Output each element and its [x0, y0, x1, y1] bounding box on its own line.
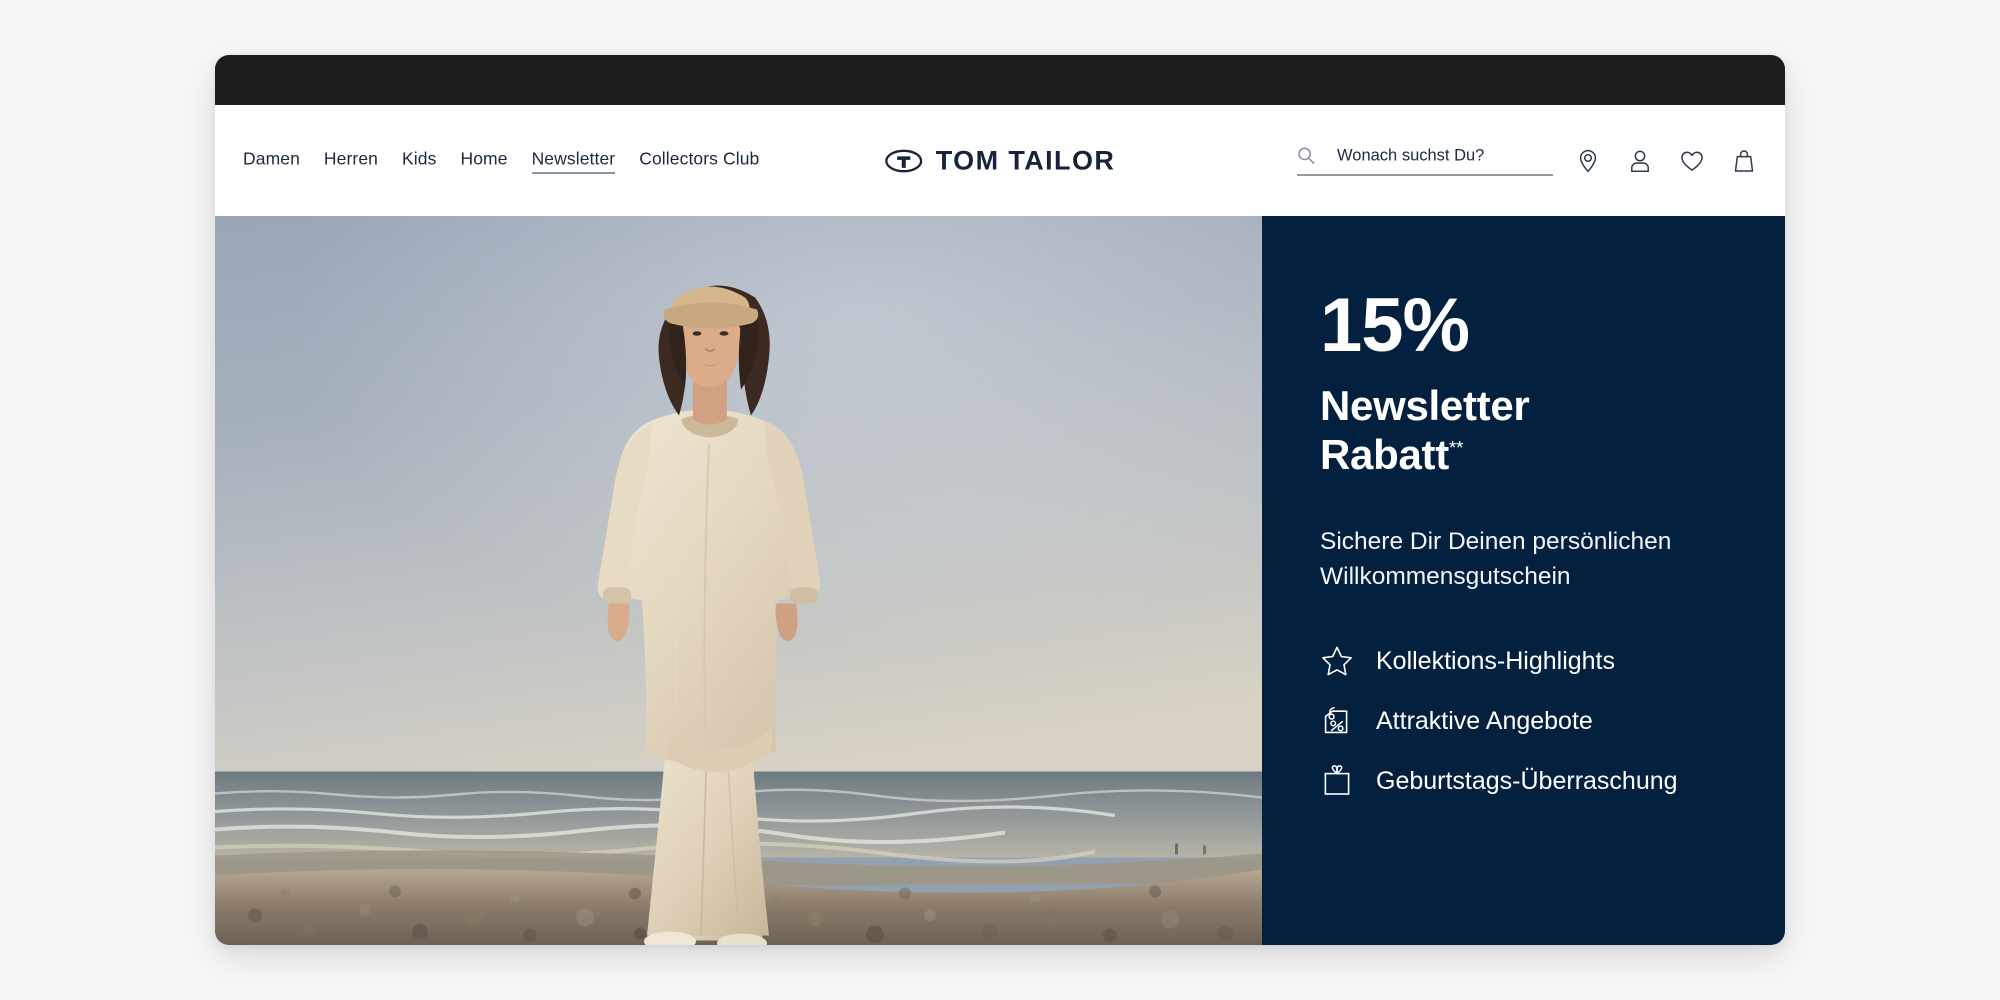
- nav-item-home[interactable]: Home: [460, 149, 507, 173]
- promo-subtext: Sichere Dir Deinen persönlichen Willkomm…: [1320, 525, 1720, 594]
- promo-percent: 15%: [1320, 288, 1785, 364]
- star-icon: [1320, 644, 1354, 678]
- user-account-icon[interactable]: [1627, 148, 1653, 174]
- gift-box-icon: [1320, 764, 1354, 798]
- promo-headline: Newsletter Rabatt**: [1320, 382, 1785, 479]
- benefit-label: Geburtstags-Überraschung: [1376, 767, 1678, 796]
- promo-subtext-line2: Willkommensgutschein: [1320, 563, 1571, 590]
- promo-headline-line2: Rabatt: [1320, 431, 1449, 478]
- benefit-item: Geburtstags-Überraschung: [1320, 764, 1785, 798]
- top-black-bar: [215, 55, 1785, 105]
- main-navigation: Damen Herren Kids Home Newsletter Collec…: [243, 148, 759, 173]
- price-tag-percent-icon: [1320, 704, 1354, 738]
- nav-item-collectors-club[interactable]: Collectors Club: [639, 149, 759, 173]
- site-header: Damen Herren Kids Home Newsletter Collec…: [215, 105, 1785, 216]
- nav-item-kids[interactable]: Kids: [402, 149, 436, 173]
- page-root: Damen Herren Kids Home Newsletter Collec…: [0, 0, 2000, 1000]
- benefit-label: Kollektions-Highlights: [1376, 647, 1615, 676]
- promo-panel: 15% Newsletter Rabatt** Sichere Dir Dein…: [1262, 216, 1785, 945]
- nav-item-newsletter[interactable]: Newsletter: [532, 148, 616, 173]
- nav-item-damen[interactable]: Damen: [243, 149, 300, 173]
- benefit-item: Attraktive Angebote: [1320, 704, 1785, 738]
- location-pin-icon[interactable]: [1575, 148, 1601, 174]
- browser-window: Damen Herren Kids Home Newsletter Collec…: [215, 55, 1785, 945]
- oval-t-icon: [885, 149, 923, 172]
- benefit-list: Kollektions-Highlights: [1320, 644, 1785, 798]
- hero-section: 15% Newsletter Rabatt** Sichere Dir Dein…: [215, 216, 1785, 945]
- benefit-item: Kollektions-Highlights: [1320, 644, 1785, 678]
- promo-footnote-marker: **: [1449, 438, 1463, 459]
- logo-wordmark: TOM TAILOR: [936, 145, 1115, 176]
- promo-subtext-line1: Sichere Dir Deinen persönlichen: [1320, 528, 1671, 555]
- beach-model-photo: [215, 216, 1262, 945]
- search-box[interactable]: [1297, 146, 1553, 175]
- header-icon-group: [1575, 148, 1757, 174]
- benefit-label: Attraktive Angebote: [1376, 707, 1593, 736]
- heart-wishlist-icon[interactable]: [1679, 148, 1705, 174]
- shopping-bag-icon[interactable]: [1731, 148, 1757, 174]
- nav-item-herren[interactable]: Herren: [324, 149, 378, 173]
- search-icon: [1297, 147, 1315, 165]
- promo-headline-line1: Newsletter: [1320, 382, 1529, 429]
- search-input[interactable]: [1325, 146, 1553, 165]
- site-logo[interactable]: TOM TAILOR: [885, 145, 1115, 176]
